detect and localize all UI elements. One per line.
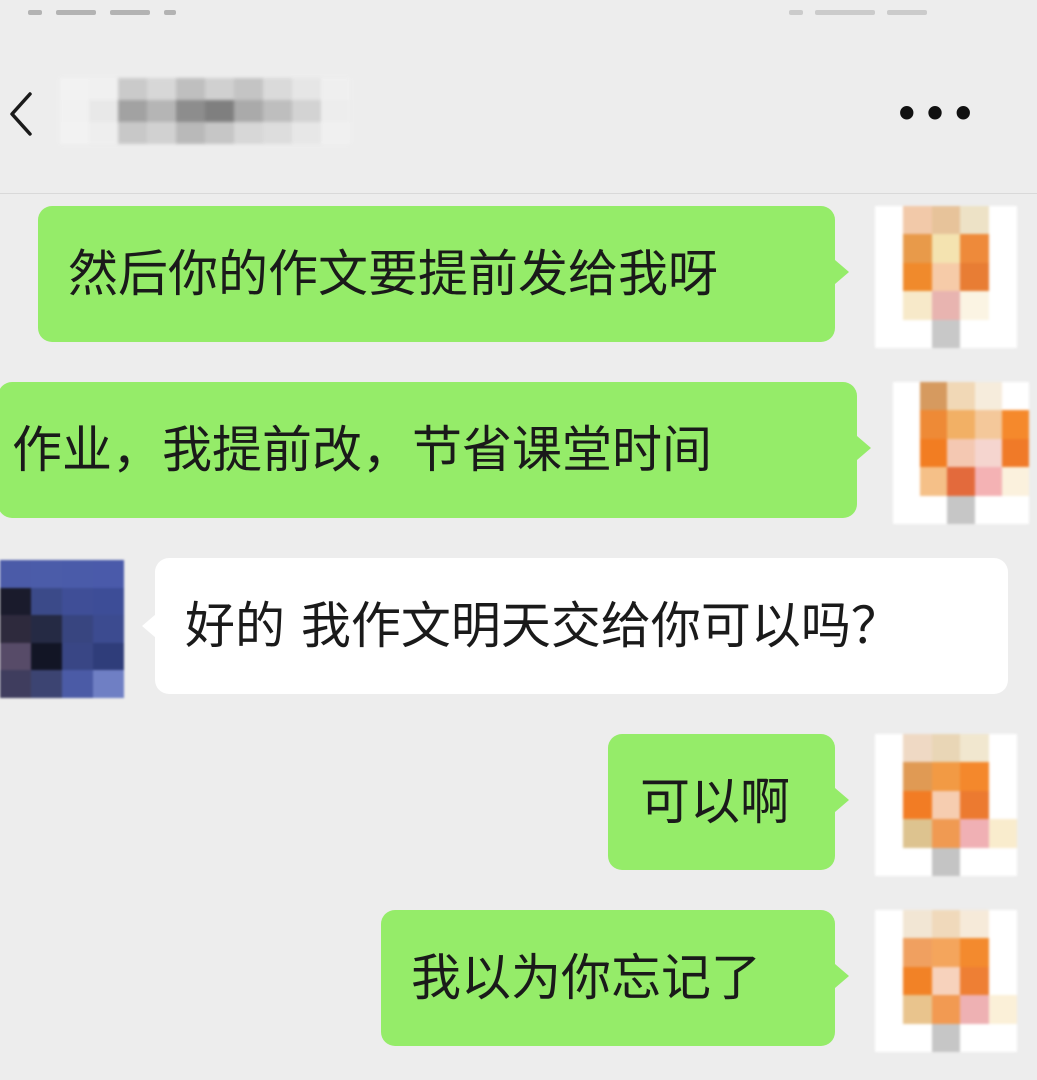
bubble-tail xyxy=(835,260,849,284)
message-bubble-outgoing[interactable]: 可以啊 xyxy=(608,734,835,870)
message-bubble-outgoing[interactable]: 作业，我提前改，节省课堂时间 xyxy=(0,382,857,518)
chat-screen: ••• 然后你的作文要提前发给我呀 作业，我提前改，节省课堂时间 好的 我作文明… xyxy=(0,0,1037,1080)
message-text: 可以啊 xyxy=(640,773,790,831)
more-dots-icon: ••• xyxy=(894,92,980,136)
more-options-button[interactable]: ••• xyxy=(894,92,980,136)
message-text: 好的 我作文明天交给你可以吗？ xyxy=(185,597,901,655)
self-avatar[interactable] xyxy=(875,734,1017,876)
bubble-tail xyxy=(835,788,849,812)
chat-title-pixelated xyxy=(60,78,350,144)
message-text: 作业，我提前改，节省课堂时间 xyxy=(12,421,712,479)
back-button[interactable] xyxy=(0,82,40,146)
bubble-tail xyxy=(142,614,156,638)
self-avatar[interactable] xyxy=(893,382,1029,524)
chevron-left-icon xyxy=(10,92,32,136)
message-text: 然后你的作文要提前发给我呀 xyxy=(68,245,718,303)
status-right-icons xyxy=(777,0,957,15)
status-bar xyxy=(0,0,1037,15)
message-bubble-outgoing[interactable]: 我以为你忘记了 xyxy=(381,910,835,1046)
bubble-tail xyxy=(857,436,871,460)
message-text: 我以为你忘记了 xyxy=(411,949,761,1007)
chat-header: ••• xyxy=(0,0,1037,194)
message-bubble-outgoing[interactable]: 然后你的作文要提前发给我呀 xyxy=(38,206,835,342)
status-left-icons xyxy=(28,0,228,15)
self-avatar[interactable] xyxy=(875,206,1017,348)
contact-avatar[interactable] xyxy=(0,560,124,698)
self-avatar[interactable] xyxy=(875,910,1017,1052)
bubble-tail xyxy=(835,964,849,988)
message-bubble-incoming[interactable]: 好的 我作文明天交给你可以吗？ xyxy=(155,558,1008,694)
